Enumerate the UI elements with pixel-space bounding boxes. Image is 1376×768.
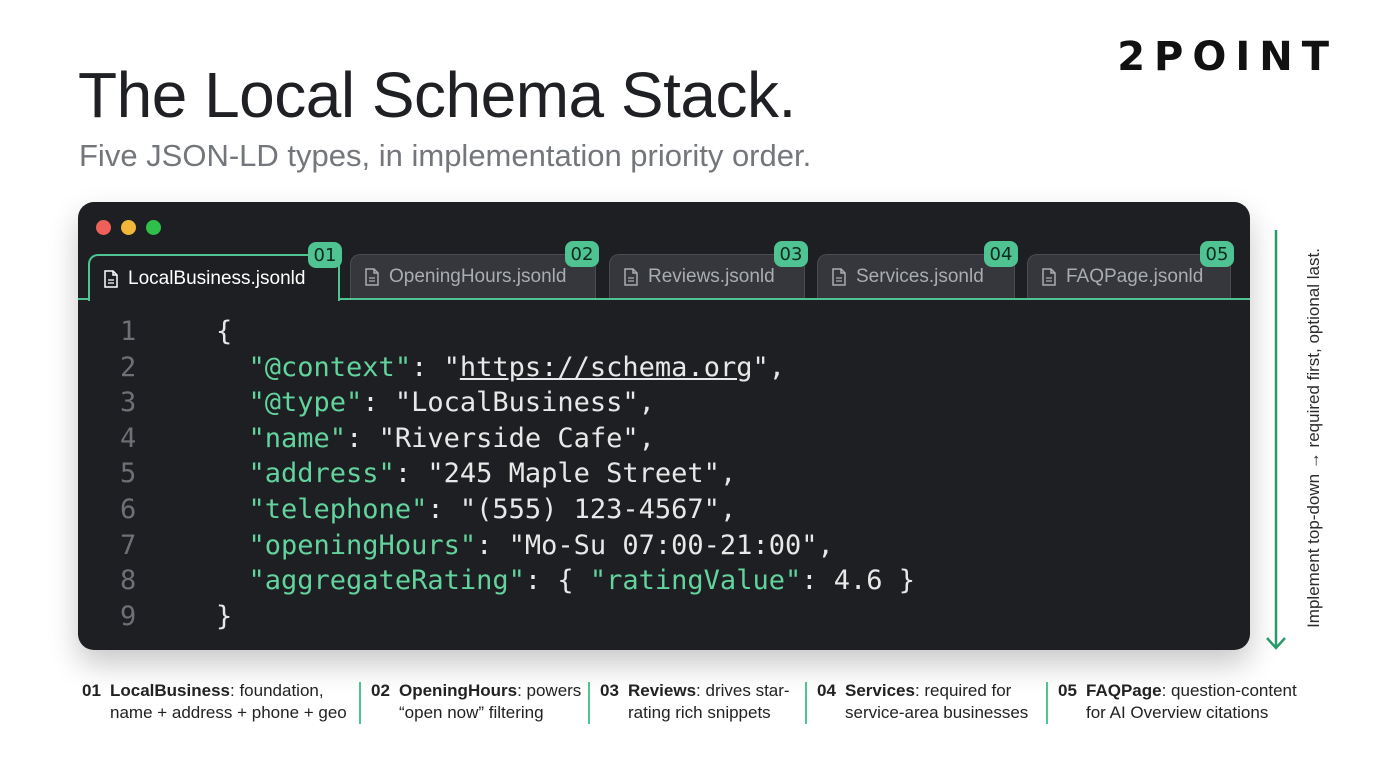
code-line: 9 }: [78, 599, 1250, 635]
code-key: "telephone": [248, 493, 428, 525]
caption-divider: [1046, 682, 1048, 724]
file-icon: [624, 267, 638, 286]
down-arrow-icon: [1266, 230, 1286, 650]
tab-badge: 01: [308, 242, 342, 268]
file-icon: [1042, 267, 1056, 286]
code-line: 1 {: [78, 314, 1250, 350]
code-line: 6 "telephone": "(555) 123-4567",: [78, 492, 1250, 528]
caption-item: 05 FAQPage: question-content for AI Overv…: [1058, 680, 1297, 724]
tab-badge: 04: [984, 241, 1018, 267]
code-key: "name": [248, 422, 347, 454]
caption-item: 04 Services: required for service-area bu…: [817, 680, 1028, 724]
caption-text: “open now” filtering: [399, 703, 544, 722]
code-value: "Riverside Cafe": [378, 422, 639, 454]
tab-label: FAQPage.jsonld: [1066, 265, 1204, 287]
line-number: 3: [120, 387, 137, 419]
caption-row: 01 LocalBusiness: foundation, name + addr…: [82, 680, 1312, 732]
code-line: 8 "aggregateRating": { "ratingValue": 4.…: [78, 563, 1250, 599]
code-value: 4.6: [833, 565, 883, 597]
tab-services[interactable]: Services.jsonld 04: [817, 241, 1018, 298]
caption-title: OpeningHours: [399, 681, 518, 700]
code-key: "address": [248, 458, 395, 490]
caption-text: rating rich snippets: [628, 703, 771, 722]
code-value: "(555) 123-4567": [459, 493, 720, 525]
tab-label: LocalBusiness.jsonld: [128, 267, 306, 289]
file-icon: [365, 267, 379, 286]
code-value: "Mo-Su 07:00-21:00": [508, 529, 818, 561]
line-number: 7: [120, 529, 137, 561]
caption-title: FAQPage: [1086, 681, 1162, 700]
caption-title: LocalBusiness: [110, 681, 230, 700]
caption-text: for AI Overview citations: [1086, 703, 1269, 722]
tab-label: Reviews.jsonld: [648, 265, 775, 287]
caption-text: : drives star-: [696, 681, 790, 700]
tab-faqpage[interactable]: FAQPage.jsonld 05: [1027, 241, 1234, 298]
line-number: 9: [120, 600, 137, 632]
line-number: 4: [120, 422, 137, 454]
code-key: "@type": [248, 387, 363, 419]
brand-logo: 2POINT: [1117, 34, 1338, 80]
line-number: 2: [120, 351, 137, 383]
line-number: 5: [120, 458, 137, 490]
caption-text: service-area businesses: [845, 703, 1029, 722]
page-subtitle: Five JSON-LD types, in implementation pr…: [79, 138, 812, 173]
close-dot[interactable]: [96, 220, 111, 235]
tab-openinghours[interactable]: OpeningHours.jsonld 02: [350, 241, 599, 298]
page-title: The Local Schema Stack.: [78, 59, 796, 131]
code-text: {: [216, 316, 233, 347]
caption-number: 03: [600, 681, 619, 700]
maximize-dot[interactable]: [146, 220, 161, 235]
caption-text: name + address + phone + geo: [110, 703, 347, 722]
code-key: "openingHours": [248, 529, 477, 561]
code-value: "LocalBusiness": [394, 387, 639, 419]
caption-item: 03 Reviews: drives star-rating rich snip…: [600, 680, 790, 724]
caption-number: 01: [82, 681, 101, 700]
caption-number: 05: [1058, 681, 1077, 700]
code-link[interactable]: https://schema.org: [460, 350, 753, 386]
tab-localbusiness[interactable]: LocalBusiness.jsonld 01: [88, 242, 342, 301]
tab-reviews[interactable]: Reviews.jsonld 03: [609, 241, 808, 298]
tab-label: Services.jsonld: [856, 265, 984, 287]
caption-item: 02 OpeningHours: powers “open now” filter…: [371, 680, 581, 724]
caption-title: Reviews: [628, 681, 697, 700]
caption-divider: [359, 682, 361, 724]
code-line: 3 "@type": "LocalBusiness",: [78, 385, 1250, 421]
code-area[interactable]: 1 { 2 "@context": " https://schema.org ", …: [78, 314, 1250, 634]
side-note: Implement top-down → required first, opt…: [1304, 248, 1323, 628]
minimize-dot[interactable]: [121, 220, 136, 235]
tab-label: OpeningHours.jsonld: [389, 265, 567, 287]
caption-divider: [805, 682, 807, 724]
caption-text: : foundation,: [230, 681, 324, 700]
caption-title: Services: [845, 681, 915, 700]
caption-number: 04: [817, 681, 836, 700]
code-key: "ratingValue": [589, 565, 802, 597]
window-controls: [96, 220, 161, 235]
caption-text: : question-content: [1161, 681, 1297, 700]
file-icon: [104, 269, 118, 288]
code-key: "@context": [248, 351, 412, 383]
caption-text: : powers: [517, 681, 582, 700]
caption-text: : required for: [914, 681, 1012, 700]
code-line: 4 "name": "Riverside Cafe",: [78, 421, 1250, 457]
caption-divider: [588, 682, 590, 724]
code-line: 2 "@context": " https://schema.org ",: [78, 350, 1250, 386]
tab-badge: 03: [774, 241, 808, 267]
code-text: }: [216, 600, 233, 632]
file-icon: [832, 267, 846, 286]
line-number: 6: [120, 493, 137, 525]
code-line: 7 "openingHours": "Mo-Su 07:00-21:00",: [78, 528, 1250, 564]
code-editor-window: LocalBusiness.jsonld 01 OpeningHours.jso…: [78, 202, 1250, 650]
tab-badge: 02: [565, 241, 599, 267]
code-line: 5 "address": "245 Maple Street",: [78, 456, 1250, 492]
line-number: 8: [120, 565, 137, 597]
code-value: "245 Maple Street": [427, 458, 720, 490]
tab-badge: 05: [1200, 241, 1234, 267]
line-number: 1: [120, 316, 137, 347]
caption-number: 02: [371, 681, 390, 700]
caption-item: 01 LocalBusiness: foundation, name + addr…: [82, 680, 347, 724]
code-key: "aggregateRating": [248, 565, 525, 597]
